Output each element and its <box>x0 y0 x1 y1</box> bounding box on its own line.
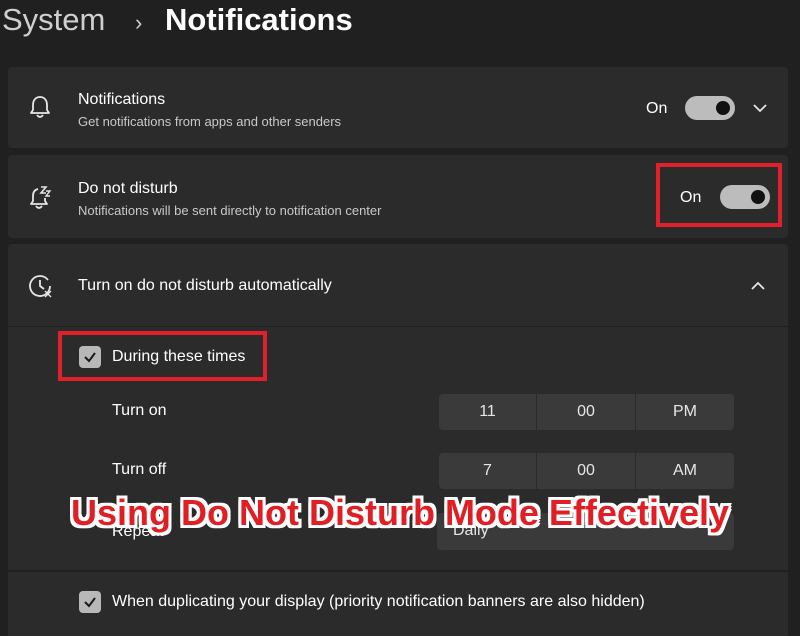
turn-on-time-picker[interactable]: 11 00 PM <box>439 394 734 430</box>
chevron-up-icon[interactable] <box>746 274 770 298</box>
turn-on-ampm[interactable]: PM <box>636 394 734 430</box>
bell-icon <box>30 96 50 118</box>
notifications-subtitle: Get notifications from apps and other se… <box>78 114 342 129</box>
toggle-knob <box>716 101 730 115</box>
breadcrumb-separator: › <box>135 10 143 35</box>
notifications-state-label: On <box>646 100 668 117</box>
bell-snooze-icon <box>30 186 52 209</box>
duplicating-display-label: When duplicating your display (priority … <box>112 593 645 610</box>
clock-icon <box>29 275 52 298</box>
dnd-subtitle: Notifications will be sent directly to n… <box>78 203 382 218</box>
notifications-toggle[interactable] <box>685 96 735 120</box>
auto-dnd-header[interactable]: Turn on do not disturb automatically <box>8 244 788 326</box>
duplicating-display-checkbox[interactable] <box>79 591 101 613</box>
notifications-row[interactable]: Notifications Get notifications from app… <box>8 67 788 148</box>
turn-off-label: Turn off <box>112 461 167 478</box>
dnd-title: Do not disturb <box>78 180 178 197</box>
turn-on-hour[interactable]: 11 <box>439 394 536 430</box>
turn-off-time-picker[interactable]: 7 00 AM <box>439 453 734 489</box>
notifications-title: Notifications <box>78 91 166 108</box>
page-title: Notifications <box>165 2 353 37</box>
chevron-down-icon[interactable] <box>748 96 772 120</box>
auto-dnd-title: Turn on do not disturb automatically <box>78 277 332 294</box>
overlay-title: Using Do Not Disturb Mode Effectively <box>70 492 730 533</box>
during-these-times-highlight <box>58 331 267 381</box>
turn-off-hour[interactable]: 7 <box>439 453 536 489</box>
turn-on-minute[interactable]: 00 <box>537 394 635 430</box>
breadcrumb-system-link[interactable]: System <box>2 2 105 38</box>
turn-off-minute[interactable]: 00 <box>537 453 635 489</box>
turn-off-ampm[interactable]: AM <box>636 453 734 489</box>
dnd-toggle-highlight <box>656 163 782 227</box>
checkmark-icon <box>84 597 96 608</box>
turn-on-label: Turn on <box>112 402 167 419</box>
breadcrumb: System › Notifications <box>0 0 800 50</box>
